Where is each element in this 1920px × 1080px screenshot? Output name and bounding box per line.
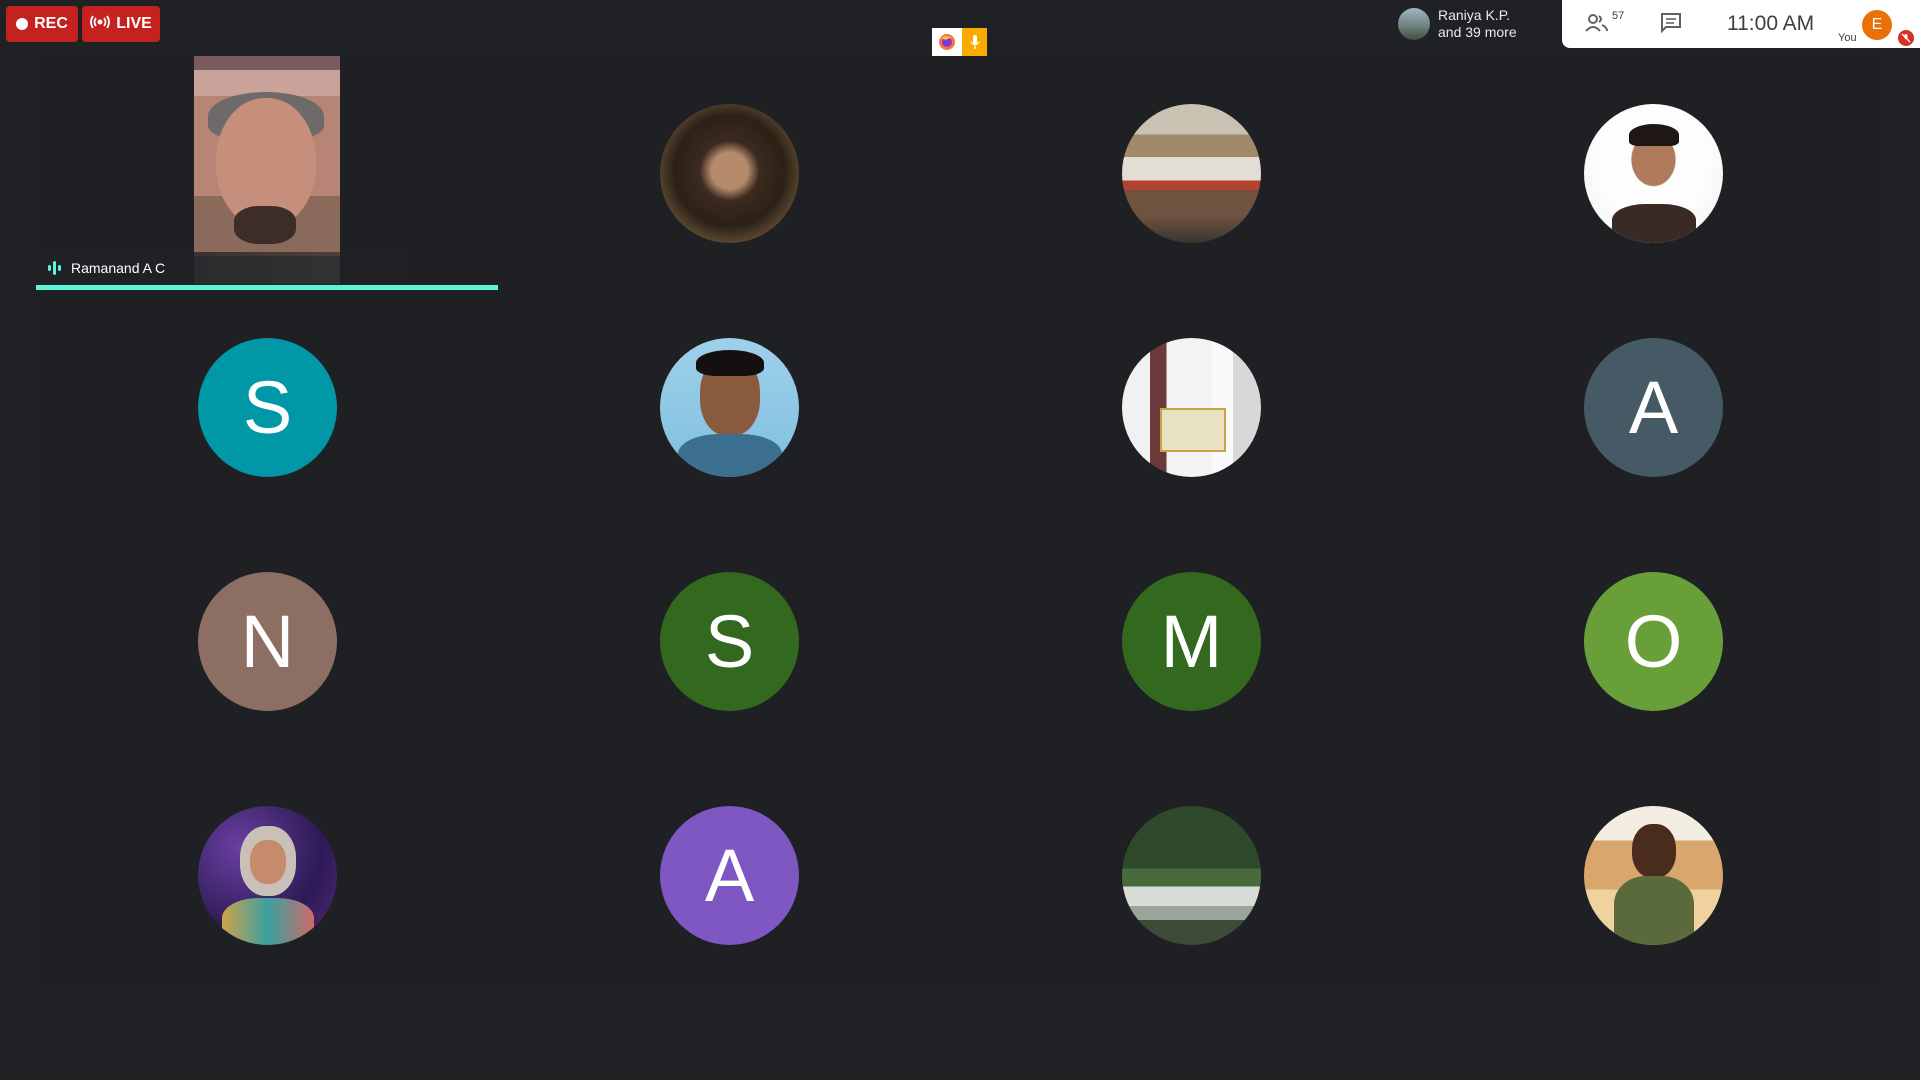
participant-initial-avatar: N (198, 572, 337, 711)
mic-off-icon (1898, 30, 1914, 46)
participant-tile-speaking[interactable]: Ramanand A C (36, 56, 498, 290)
presenter-more: and 39 more (1438, 24, 1517, 40)
speaking-indicator-icon (48, 261, 61, 275)
participant-tile[interactable] (1422, 758, 1884, 992)
participant-initial-avatar: A (1584, 338, 1723, 477)
meeting-clock: 11:00 AM (1727, 12, 1815, 35)
meeting-controls-panel: 57 11:00 AM You E (1562, 0, 1920, 48)
microphone-icon (962, 28, 987, 56)
sharing-indicator[interactable] (932, 28, 987, 56)
recording-indicator[interactable]: REC (6, 6, 78, 42)
participant-tile[interactable] (498, 56, 960, 290)
participant-photo-avatar (198, 806, 337, 945)
live-label: LIVE (116, 15, 152, 32)
rec-label: REC (34, 15, 68, 32)
presenter-avatar (1398, 8, 1430, 40)
self-avatar[interactable]: E (1862, 10, 1892, 40)
participant-tile[interactable]: S (498, 524, 960, 758)
presenter-card[interactable]: Raniya K.P. and 39 more (1392, 0, 1560, 48)
participant-name-bar: Ramanand A C (36, 252, 498, 284)
participant-grid: Ramanand A C S A N S M O A (36, 56, 1885, 991)
top-bar: REC LIVE Raniya K.P. and 39 more 57 11:0… (0, 0, 1920, 56)
participant-tile[interactable]: A (1422, 290, 1884, 524)
participant-photo-avatar (1122, 338, 1261, 477)
live-stream-indicator[interactable]: LIVE (82, 6, 160, 42)
participant-tile[interactable]: O (1422, 524, 1884, 758)
you-label: You (1838, 32, 1857, 44)
participant-photo-avatar (1584, 806, 1723, 945)
participant-tile[interactable] (1422, 56, 1884, 290)
participant-photo-avatar (1122, 104, 1261, 243)
participant-tile[interactable] (960, 56, 1422, 290)
participant-name: Ramanand A C (71, 260, 166, 276)
participant-tile[interactable]: M (960, 524, 1422, 758)
participant-initial-avatar: S (198, 338, 337, 477)
broadcast-icon (90, 15, 111, 34)
participant-photo-avatar (660, 104, 799, 243)
participant-initial-avatar: M (1122, 572, 1261, 711)
participant-initial-avatar: S (660, 572, 799, 711)
participant-tile[interactable]: A (498, 758, 960, 992)
participant-tile[interactable]: S (36, 290, 498, 524)
participant-tile[interactable] (960, 290, 1422, 524)
participant-video (194, 56, 340, 284)
record-dot-icon (16, 18, 29, 30)
participant-tile[interactable] (36, 758, 498, 992)
participant-tile[interactable]: N (36, 524, 498, 758)
firefox-icon (932, 28, 962, 56)
people-count: 57 (1612, 10, 1625, 22)
participant-initial-avatar: O (1584, 572, 1723, 711)
participant-photo-avatar (1122, 806, 1261, 945)
participant-initial-avatar: A (660, 806, 799, 945)
presenter-name: Raniya K.P. (1438, 7, 1511, 23)
people-icon[interactable] (1584, 12, 1610, 39)
participant-photo-avatar (660, 338, 799, 477)
chat-icon[interactable] (1660, 12, 1682, 39)
participant-tile[interactable] (498, 290, 960, 524)
participant-tile[interactable] (960, 758, 1422, 992)
participant-photo-avatar (1584, 104, 1723, 243)
